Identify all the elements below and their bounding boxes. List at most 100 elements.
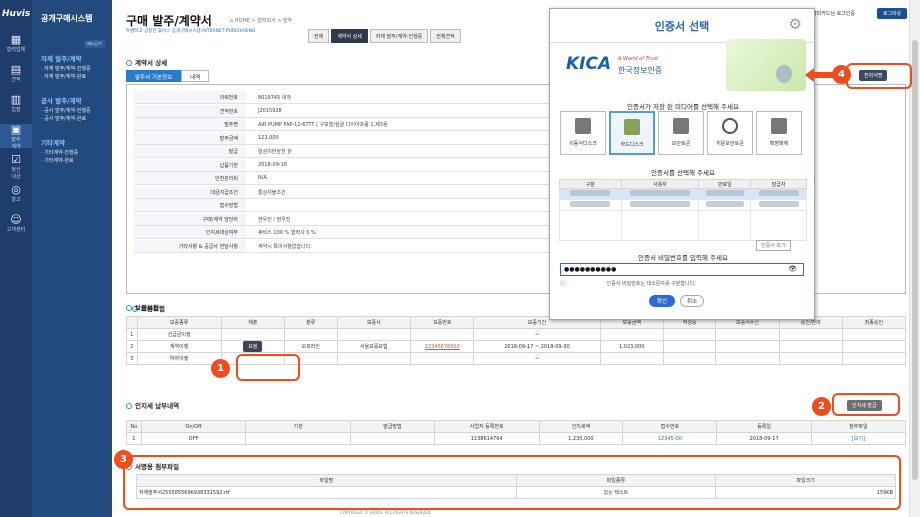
- cert-label: 인증서를 선택해 주세요: [651, 169, 715, 177]
- cell: 1138614764: [433, 432, 540, 445]
- contract-icon: ▣: [10, 123, 22, 136]
- nav-info[interactable]: ◎ 알고: [0, 184, 32, 208]
- menu-close-button[interactable]: 메뉴닫기: [84, 40, 105, 48]
- highlight-2: [832, 393, 900, 416]
- cell: ~: [473, 328, 601, 341]
- badge-4: 4: [832, 65, 851, 84]
- request-button[interactable]: 요청: [243, 341, 263, 352]
- menu-item[interactable]: · 공사 발주/계약-완료: [41, 115, 112, 123]
- gear-icon[interactable]: ⚙: [789, 15, 802, 33]
- detail-value: 123,000: [258, 134, 279, 141]
- list-icon: [771, 118, 787, 134]
- menu-item[interactable]: · 자재 발주/계약-진행중: [41, 65, 112, 73]
- media-extension[interactable]: 확장매체: [756, 111, 802, 155]
- stamp-table: No On/Off 기관 발급방법 사업자 등록번호 인지세액 접수번호 등록일 첨부파일 1O…: [126, 420, 907, 445]
- menu-item[interactable]: · 자재 발주/계약-완료: [41, 73, 112, 81]
- detail-row: 접수방법: [134, 199, 554, 212]
- nav-order[interactable]: ▣ 발주 계약: [0, 123, 32, 150]
- tab-contract-detail[interactable]: 계약서 상세: [331, 29, 368, 43]
- media-hard-disk[interactable]: 하드디스크: [609, 111, 655, 155]
- nav-support[interactable]: ☺ 고객센터: [0, 214, 32, 238]
- detail-value: 계약시 특이사항없습니다.: [258, 243, 312, 250]
- detail-key: 발급: [134, 145, 246, 157]
- detail-value: 현우진 / 현우진: [258, 216, 291, 223]
- col-header: 첨부파일: [810, 420, 907, 433]
- subtab-basic-info[interactable]: 발주서 기본정보: [126, 70, 182, 82]
- subtab-items[interactable]: 내역: [181, 70, 210, 82]
- section-guarantee-title: 보증보험: [126, 302, 159, 312]
- menu-group-title[interactable]: 자재 발주/계약: [41, 53, 112, 63]
- page-subtitle: 투명하고 공정한 휴비스 공개구매시스템 INTERNET PURCHASING: [126, 29, 256, 34]
- menu-item[interactable]: · 기타계약-완료: [41, 157, 112, 165]
- col-header: 최종승인: [841, 316, 907, 329]
- ok-button[interactable]: 확인: [649, 295, 676, 307]
- media-selector: 이동식디스크 하드디스크 보안토큰 지문보안토큰 확장매체: [560, 111, 802, 155]
- detail-value: 통상지불조건: [258, 189, 286, 196]
- cell: 1: [126, 432, 142, 445]
- menu-group-construction: 공사 발주/계약 · 공사 발주/계약-진행중 · 공사 발주/계약-완료: [32, 95, 112, 123]
- certificate-row[interactable]: [559, 188, 807, 200]
- kica-logo: KICA: [566, 54, 611, 74]
- detail-key: 구매/계약 담당자: [134, 212, 246, 225]
- detail-value: 휴비스 100 % 협력사 0 %: [258, 230, 316, 236]
- login-status: 로그인중: [836, 11, 856, 17]
- cell: 선급금이행: [136, 328, 222, 341]
- detail-value: [246, 199, 258, 211]
- cell: 하자이행: [136, 352, 222, 365]
- footer-copyright: COPYRIGHT © HUVIS. ALL RIGHTS RESERVED: [340, 510, 431, 515]
- kica-logo-text: KICA: [566, 54, 612, 74]
- tab-all-quotes[interactable]: 전체견적: [430, 29, 461, 43]
- cell: 3: [126, 352, 138, 365]
- view-attachment-link[interactable]: [보기]: [810, 432, 907, 445]
- detail-key: 인지세대상여부: [134, 226, 246, 238]
- nav-settle[interactable]: ☑ 정산 대금: [0, 154, 32, 181]
- guarantee-number-link[interactable]: 12345678920: [410, 340, 475, 353]
- cell: ~: [473, 352, 601, 365]
- highlight-3: [123, 455, 901, 510]
- detail-value: J2015928: [258, 107, 282, 114]
- nav-quote[interactable]: ▤ 견적: [0, 64, 32, 88]
- menu-group-title[interactable]: 기타계약: [41, 137, 112, 147]
- building-icon: ▦: [10, 33, 22, 46]
- cell: 2018-09-17: [716, 432, 812, 445]
- col-header: 제출: [220, 316, 285, 329]
- col-header: 사용자: [620, 179, 700, 189]
- e-sign-button[interactable]: 전자서명: [859, 70, 888, 81]
- tab-all[interactable]: 전체: [308, 29, 330, 43]
- detail-key: 발주금액: [134, 131, 246, 144]
- detail-value: 2018-09-18: [258, 161, 288, 168]
- detail-row: 대금지급조건 통상지불조건: [134, 185, 554, 199]
- kica-tagline: A World of Trust: [618, 56, 659, 62]
- scrollbar-thumb[interactable]: [912, 40, 918, 480]
- detail-row: 기타사항 & 공급사 전달사항 계약시 특이사항없습니다.: [134, 239, 554, 253]
- receipt-number-link[interactable]: 12345-00: [622, 432, 718, 445]
- menu-group-title[interactable]: 공사 발주/계약: [41, 95, 112, 105]
- detail-subtabs: 발주서 기본정보 내역: [126, 70, 210, 82]
- tab-material-progress[interactable]: 자재 발주/계약-진행중: [369, 29, 429, 43]
- cancel-button[interactable]: 취소: [680, 295, 705, 307]
- view-certificate-button[interactable]: 인증서 보기: [756, 240, 791, 251]
- nav-partner[interactable]: ▦ 협력업체: [0, 34, 32, 58]
- cell: 계약이행: [136, 340, 222, 353]
- menu-item[interactable]: · 기타계약-진행중: [41, 149, 112, 157]
- media-fingerprint-token[interactable]: 지문보안토큰: [707, 111, 753, 155]
- media-removable-disk[interactable]: 이동식디스크: [560, 111, 606, 155]
- certificate-row[interactable]: [559, 199, 807, 211]
- col-header: 사업자 등록번호: [433, 420, 540, 433]
- col-header: 구분: [559, 179, 622, 189]
- menu-item[interactable]: · 공사 발주/계약-진행중: [41, 107, 112, 115]
- eye-icon[interactable]: 👁: [788, 265, 797, 273]
- detail-key: 의뢰번호: [134, 91, 246, 103]
- certificate-illustration: [726, 39, 806, 91]
- page-title: 구매 발주/계약서: [126, 14, 212, 28]
- breadcrumb: ⌂ HOME > 협력회사 > 발주: [230, 18, 293, 24]
- nav-bid[interactable]: ▥ 입찰: [0, 94, 32, 118]
- password-input[interactable]: ●●●●●●●●●● 👁: [560, 263, 804, 276]
- certificate-dialog: 인증서 선택 ⚙ KICA A World of Trust 한국정보인증 인증…: [549, 8, 815, 320]
- col-header: 분류: [283, 316, 338, 329]
- token-icon: [673, 118, 689, 134]
- logout-button[interactable]: 로그아웃: [877, 8, 908, 19]
- media-security-token[interactable]: 보안토큰: [658, 111, 704, 155]
- col-header: 인지세액: [538, 420, 624, 433]
- col-header: 기관: [245, 420, 352, 433]
